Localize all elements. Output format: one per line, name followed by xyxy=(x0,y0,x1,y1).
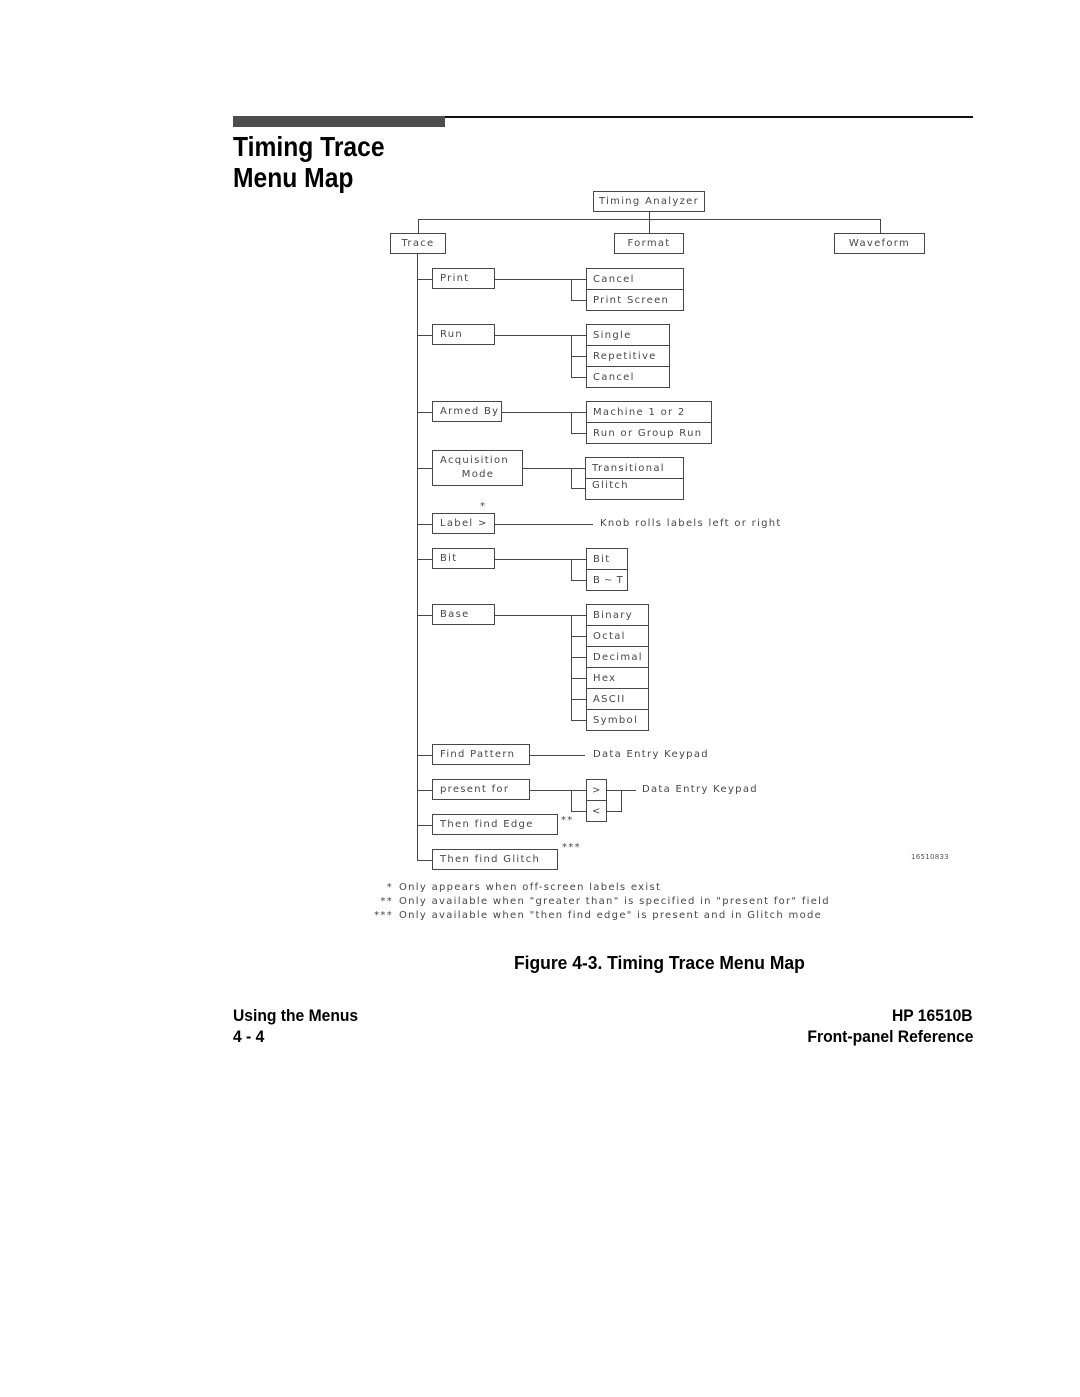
option-decimal: Decimal xyxy=(587,646,648,667)
connector-acquisition-mode xyxy=(523,468,585,489)
armed-by-options: Machine 1 or 2 Run or Group Run xyxy=(586,401,712,444)
present-for-options: > < xyxy=(586,779,607,822)
trace-item-then-find-edge: Then find Edge xyxy=(432,814,558,835)
trace-item-present-for: present for xyxy=(432,779,530,800)
connector-base xyxy=(495,615,586,721)
connector-present-for xyxy=(530,790,636,812)
figure-id: 16510833 xyxy=(911,853,950,861)
run-options: Single Repetitive Cancel xyxy=(586,324,670,388)
footnote-2: ** Only available when "greater than" is… xyxy=(360,894,830,908)
footnote-text: Only appears when off-screen labels exis… xyxy=(399,881,662,893)
trace-item-label: Label > xyxy=(432,513,495,534)
present-for-note: Data Entry Keypad xyxy=(642,784,758,795)
option-transitional: Transitional xyxy=(592,462,665,474)
trace-item-then-find-glitch: Then find Glitch xyxy=(432,849,558,870)
footer-manual: Front-panel Reference xyxy=(806,1027,973,1046)
footer-section: Using the Menus xyxy=(233,1006,359,1025)
trace-item-print: Print xyxy=(432,268,495,289)
marker-asterisk-2: ** xyxy=(561,815,574,826)
print-options: Cancel Print Screen xyxy=(586,268,684,311)
option-bit-to-t: B ∼ T xyxy=(587,569,627,590)
trace-item-armed-by: Armed By xyxy=(432,401,502,422)
footnote-marker: *** xyxy=(374,909,393,921)
footer-page-number: 4 - 4 xyxy=(233,1027,265,1046)
base-options: Binary Octal Decimal Hex ASCII Symbol xyxy=(586,604,649,731)
connector-run xyxy=(495,335,586,378)
bit-options: Bit B ∼ T xyxy=(586,548,628,591)
option-symbol: Symbol xyxy=(587,709,648,730)
acquisition-mode-options: Transitional Glitch xyxy=(585,457,684,500)
acquisition-mode-line2: Mode xyxy=(461,469,495,480)
label-note: Knob rolls labels left or right xyxy=(600,518,782,529)
footnote-text: Only available when "then find edge" is … xyxy=(399,909,823,921)
option-less-than: < xyxy=(587,800,606,821)
option-octal: Octal xyxy=(587,625,648,646)
option-single: Single xyxy=(593,329,632,341)
option-greater-than: > xyxy=(592,784,602,796)
menu-waveform: Waveform xyxy=(834,233,925,254)
trace-item-find-pattern: Find Pattern xyxy=(432,744,530,765)
option-hex: Hex xyxy=(587,667,648,688)
option-repetitive: Repetitive xyxy=(587,345,669,366)
find-pattern-note: Data Entry Keypad xyxy=(593,749,709,760)
footnote-3: *** Only available when "then find edge"… xyxy=(360,908,822,922)
footnote-marker: * xyxy=(386,881,393,893)
option-print-screen: Print Screen xyxy=(587,289,683,310)
connector-trace-trunk xyxy=(417,254,432,861)
marker-asterisk-3: *** xyxy=(562,842,581,853)
menu-root-timing-analyzer: Timing Analyzer xyxy=(593,191,705,212)
figure-caption: Figure 4-3. Timing Trace Menu Map xyxy=(514,953,805,973)
footnote-text: Only available when "greater than" is sp… xyxy=(399,895,830,907)
acquisition-mode-line1: Acquisition xyxy=(440,455,510,466)
connector-bit xyxy=(495,559,586,581)
connector-print xyxy=(495,279,586,301)
trace-item-acquisition-mode: Acquisition Mode xyxy=(432,450,523,486)
trace-item-bit: Bit xyxy=(432,548,495,569)
option-cancel: Cancel xyxy=(593,273,635,285)
footnote-marker: ** xyxy=(380,895,393,907)
footer-product: HP 16510B xyxy=(892,1006,973,1025)
option-glitch: Glitch xyxy=(586,478,683,499)
connector-root xyxy=(418,212,881,233)
connector-armed-by xyxy=(502,412,586,434)
trace-item-base: Base xyxy=(432,604,495,625)
option-machine: Machine 1 or 2 xyxy=(593,406,686,418)
option-bit: Bit xyxy=(593,553,611,565)
menu-format: Format xyxy=(614,233,684,254)
option-ascii: ASCII xyxy=(587,688,648,709)
option-cancel: Cancel xyxy=(587,366,669,387)
menu-trace: Trace xyxy=(390,233,446,254)
marker-asterisk-1: * xyxy=(480,501,487,512)
footnote-1: * Only appears when off-screen labels ex… xyxy=(360,880,661,894)
option-binary: Binary xyxy=(593,609,633,621)
menu-map-connectors xyxy=(417,212,881,861)
trace-item-run: Run xyxy=(432,324,495,345)
option-run-or-group-run: Run or Group Run xyxy=(587,422,711,443)
